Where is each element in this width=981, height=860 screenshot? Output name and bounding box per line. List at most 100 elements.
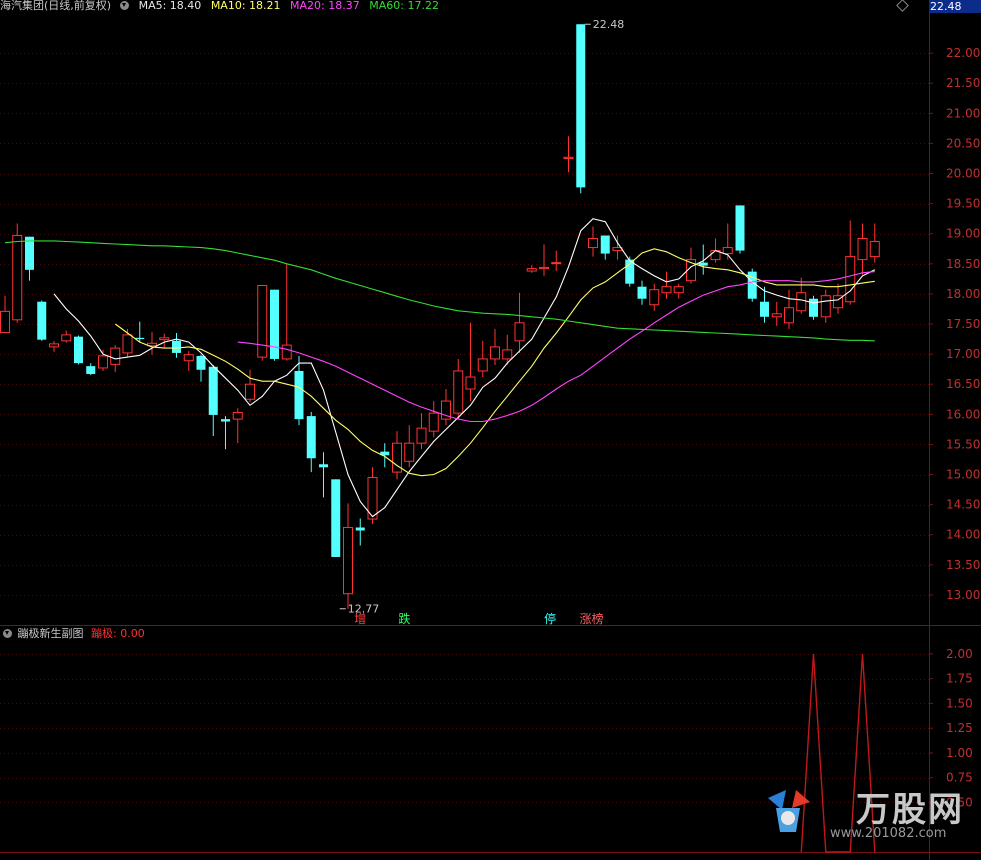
candle-body	[319, 464, 328, 468]
ma10-label: MA10: 18.21	[210, 0, 281, 12]
candle-body	[809, 298, 818, 317]
price-legend: 海汽集团(日线,前复权) MA5: 18.40 MA10: 18.21 MA20…	[0, 0, 445, 12]
grid	[0, 0, 981, 860]
candle-body	[196, 355, 206, 370]
candle-body	[869, 241, 880, 258]
indicator-title: 蹦极新生副图	[17, 627, 84, 640]
y-tick-label: 17.00	[946, 347, 980, 361]
candle-body	[221, 419, 230, 422]
moving-average-lines	[4, 218, 876, 518]
candle-body	[477, 358, 488, 372]
watermark-url: www.201082.com	[830, 826, 947, 841]
candle-body	[172, 340, 181, 353]
candle-body	[428, 412, 439, 432]
y-tick-label: 21.00	[946, 106, 980, 120]
candle-body	[281, 344, 292, 360]
y-tick-label: 15.00	[946, 468, 980, 482]
y-tick-label: 19.00	[946, 227, 980, 241]
y-tick-label: 21.50	[946, 76, 980, 90]
y-tick-label: 13.00	[946, 588, 980, 602]
y-tick-label: 15.50	[946, 437, 980, 451]
y-tick-label: 1.00	[946, 746, 973, 760]
candle-body	[257, 284, 268, 358]
candle-body	[637, 286, 647, 299]
signal-label: 跌	[398, 611, 410, 626]
signal-label: 停	[544, 611, 556, 626]
y-tick-label: 14.00	[946, 528, 980, 542]
candle-body	[331, 479, 341, 557]
candle-body	[526, 268, 537, 272]
candle-body	[0, 310, 10, 333]
candle-body	[673, 286, 684, 294]
candle-body	[502, 349, 513, 360]
indicator-dropdown-icon[interactable]	[3, 628, 12, 638]
y-tick-label: 14.50	[946, 498, 980, 512]
candle-body	[294, 370, 304, 420]
annotation-label: 22.48	[593, 18, 625, 31]
candle-body	[857, 238, 868, 261]
candle-body	[845, 256, 856, 303]
candle-body	[771, 313, 782, 318]
y-tick-label: 18.50	[946, 257, 980, 271]
candle-body	[232, 412, 243, 420]
y-tick-label: 20.50	[946, 136, 980, 150]
candle-body	[37, 301, 47, 340]
last-price-tag: 22.48	[929, 0, 981, 13]
watermark-name: 万股网	[856, 790, 964, 830]
candle-body	[465, 376, 476, 390]
y-tick-label: 1.25	[946, 721, 973, 735]
candle-body	[135, 337, 145, 340]
y-tick-label: 18.00	[946, 287, 980, 301]
signal-label: 涨榜	[580, 611, 604, 626]
candle-body	[270, 289, 279, 359]
candle-body	[159, 337, 170, 341]
candle-body	[25, 236, 34, 270]
candle-body	[514, 322, 525, 342]
candle-body	[563, 156, 574, 159]
y-tick-label: 2.00	[946, 647, 973, 661]
y-tick-label: 17.50	[946, 317, 980, 331]
candle-body	[208, 366, 218, 415]
candlestick-series	[0, 24, 880, 609]
candle-body	[183, 354, 194, 362]
candle-body	[355, 527, 365, 531]
kline-chart[interactable]: 22.00 21.50 21.00 20.50 20.00 19.50 19.00 18.50…	[0, 0, 981, 860]
candle-body	[551, 262, 562, 265]
y-tick-label: 20.00	[946, 167, 980, 181]
candle-body	[12, 235, 23, 321]
stock-title: 海汽集团(日线,前复权)	[0, 0, 112, 12]
candle-body	[490, 346, 500, 360]
candle-body	[539, 266, 549, 270]
candle-body	[74, 336, 83, 364]
y-tick-label: 1.50	[946, 696, 973, 710]
candle-body	[588, 238, 598, 249]
candle-body	[416, 427, 427, 444]
ma-line-ma60	[4, 240, 875, 342]
watermark-logo: 万股网 www.201082.com	[768, 788, 977, 841]
y-tick-label: 22.00	[946, 46, 980, 60]
candle-body	[820, 295, 831, 318]
y-tick-label: 1.75	[946, 672, 973, 686]
candle-body	[796, 292, 807, 312]
candle-body	[61, 334, 72, 342]
candle-body	[735, 205, 745, 251]
signal-label: 增	[354, 612, 366, 626]
candle-body	[110, 347, 121, 365]
candle-body	[661, 286, 672, 294]
indicator-value: 蹦极: 0.00	[91, 627, 145, 640]
candle-body	[576, 24, 586, 188]
indicator-legend: 蹦极新生副图 蹦极: 0.00	[0, 627, 145, 641]
candle-body	[760, 301, 769, 317]
candle-body	[306, 416, 316, 459]
candle-body	[86, 366, 96, 374]
candle-body	[245, 383, 255, 400]
dropdown-circle-icon[interactable]	[120, 0, 130, 10]
candle-body	[649, 289, 660, 306]
candle-body	[722, 247, 733, 255]
ma60-label: MA60: 17.22	[369, 0, 439, 12]
candle-body	[98, 355, 108, 369]
candle-body	[784, 307, 794, 324]
candle-body	[404, 442, 415, 462]
candle-body	[343, 526, 353, 595]
candle-body	[122, 334, 133, 354]
